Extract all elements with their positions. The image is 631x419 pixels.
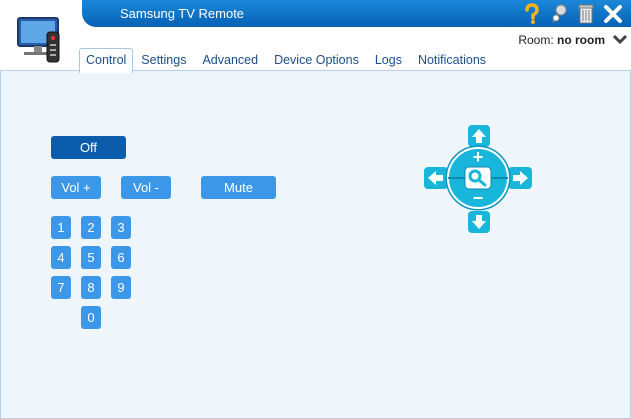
arrow-up-icon[interactable] bbox=[468, 125, 490, 147]
close-icon[interactable] bbox=[603, 3, 623, 25]
mute-button[interactable]: Mute bbox=[201, 176, 276, 199]
app-icon bbox=[14, 14, 72, 64]
title-bar-icons bbox=[522, 3, 623, 25]
control-panel: Off Vol + Vol - Mute 1 2 3 4 5 6 7 8 9 0 bbox=[0, 70, 631, 419]
direction-pad: + − bbox=[424, 125, 534, 240]
magnifier-icon[interactable] bbox=[464, 166, 492, 190]
room-selector[interactable]: Room: no room bbox=[518, 33, 628, 47]
volume-down-button[interactable]: Vol - bbox=[121, 176, 171, 199]
key-6-button[interactable]: 6 bbox=[111, 246, 131, 269]
arrow-left-icon[interactable] bbox=[424, 167, 448, 189]
key-1-button[interactable]: 1 bbox=[51, 216, 71, 239]
help-icon[interactable] bbox=[522, 3, 542, 25]
power-off-button[interactable]: Off bbox=[51, 136, 126, 159]
key-7-button[interactable]: 7 bbox=[51, 276, 71, 299]
room-value: no room bbox=[557, 33, 605, 47]
key-8-button[interactable]: 8 bbox=[81, 276, 101, 299]
title-bar: Samsung TV Remote bbox=[82, 0, 631, 27]
key-5-button[interactable]: 5 bbox=[81, 246, 101, 269]
room-label: Room: bbox=[518, 33, 554, 47]
chevron-down-icon[interactable] bbox=[612, 33, 628, 47]
pin-icon[interactable] bbox=[549, 3, 569, 25]
arrow-right-icon[interactable] bbox=[508, 167, 532, 189]
key-0-button[interactable]: 0 bbox=[81, 306, 101, 329]
tab-control[interactable]: Control bbox=[79, 48, 134, 73]
key-4-button[interactable]: 4 bbox=[51, 246, 71, 269]
key-3-button[interactable]: 3 bbox=[111, 216, 131, 239]
window-title: Samsung TV Remote bbox=[120, 6, 245, 21]
trash-icon[interactable] bbox=[576, 3, 596, 25]
key-2-button[interactable]: 2 bbox=[81, 216, 101, 239]
plus-label: + bbox=[473, 147, 484, 167]
minus-label: − bbox=[473, 188, 484, 208]
volume-up-button[interactable]: Vol + bbox=[51, 176, 101, 199]
arrow-down-icon[interactable] bbox=[468, 211, 490, 233]
key-9-button[interactable]: 9 bbox=[111, 276, 131, 299]
